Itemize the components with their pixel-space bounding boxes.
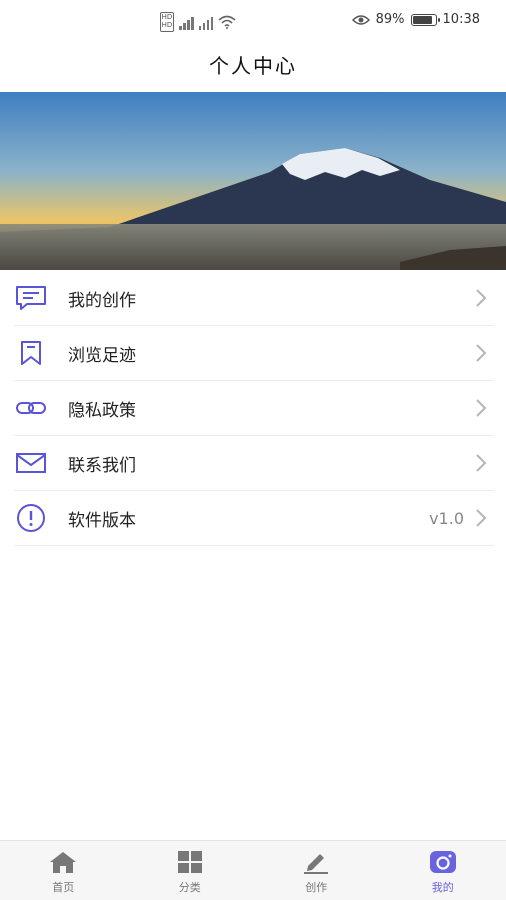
eye-icon: [351, 14, 370, 25]
status-bar: HD HD 89% 10:38: [0, 0, 506, 46]
header: 个人中心: [0, 46, 506, 92]
tab-label: 创作: [305, 881, 328, 894]
mail-icon: [14, 448, 48, 478]
chevron-right-icon: [476, 399, 487, 417]
signal-indicators: HD HD: [160, 12, 236, 32]
menu-item-browse-history[interactable]: 浏览足迹: [14, 326, 494, 381]
menu-item-my-creations[interactable]: 我的创作: [14, 271, 494, 326]
chevron-right-icon: [476, 289, 487, 307]
tab-categories[interactable]: 分类: [127, 841, 254, 900]
tab-label: 我的: [431, 881, 454, 894]
battery-percent: 89%: [375, 12, 405, 27]
grid-icon: [175, 849, 205, 875]
tab-home[interactable]: 首页: [0, 841, 127, 900]
menu-item-contact-us[interactable]: 联系我们: [14, 436, 494, 491]
banner-image: [0, 92, 506, 270]
tab-mine[interactable]: 我的: [380, 841, 506, 900]
tab-label: 分类: [178, 881, 201, 894]
chevron-right-icon: [476, 344, 487, 362]
page-title: 个人中心: [209, 54, 297, 78]
menu-item-label: 浏览足迹: [68, 345, 136, 366]
menu-item-label: 隐私政策: [68, 400, 136, 421]
menu-item-label: 我的创作: [68, 290, 136, 311]
home-icon: [48, 849, 78, 875]
menu-item-software-version[interactable]: 软件版本 v1.0: [14, 491, 494, 546]
message-icon: [14, 283, 48, 313]
menu-list: 我的创作 浏览足迹 隐私政策 联系我们 软件版本 v1.0: [14, 271, 494, 546]
status-right: 89% 10:38: [351, 12, 480, 27]
bookmark-icon: [14, 338, 48, 368]
camera-icon: [428, 849, 458, 875]
chevron-right-icon: [476, 509, 487, 527]
battery-icon: [410, 13, 440, 26]
tab-label: 首页: [52, 881, 75, 894]
menu-item-label: 联系我们: [68, 455, 136, 476]
link-icon: [14, 393, 48, 423]
chevron-right-icon: [476, 454, 487, 472]
sim-card-icon: HD HD: [160, 12, 174, 32]
info-icon: [14, 503, 48, 533]
version-value: v1.0: [429, 508, 464, 528]
wifi-icon: [218, 15, 236, 29]
menu-item-label: 软件版本: [68, 510, 136, 531]
menu-item-privacy-policy[interactable]: 隐私政策: [14, 381, 494, 436]
bottom-tab-bar: 首页 分类 创作 我的: [0, 840, 506, 900]
signal-icon: [179, 14, 194, 30]
pen-icon: [301, 849, 331, 875]
tab-create[interactable]: 创作: [253, 841, 380, 900]
signal-icon: [198, 14, 213, 30]
clock: 10:38: [442, 12, 480, 27]
battery-fill: [412, 15, 433, 24]
